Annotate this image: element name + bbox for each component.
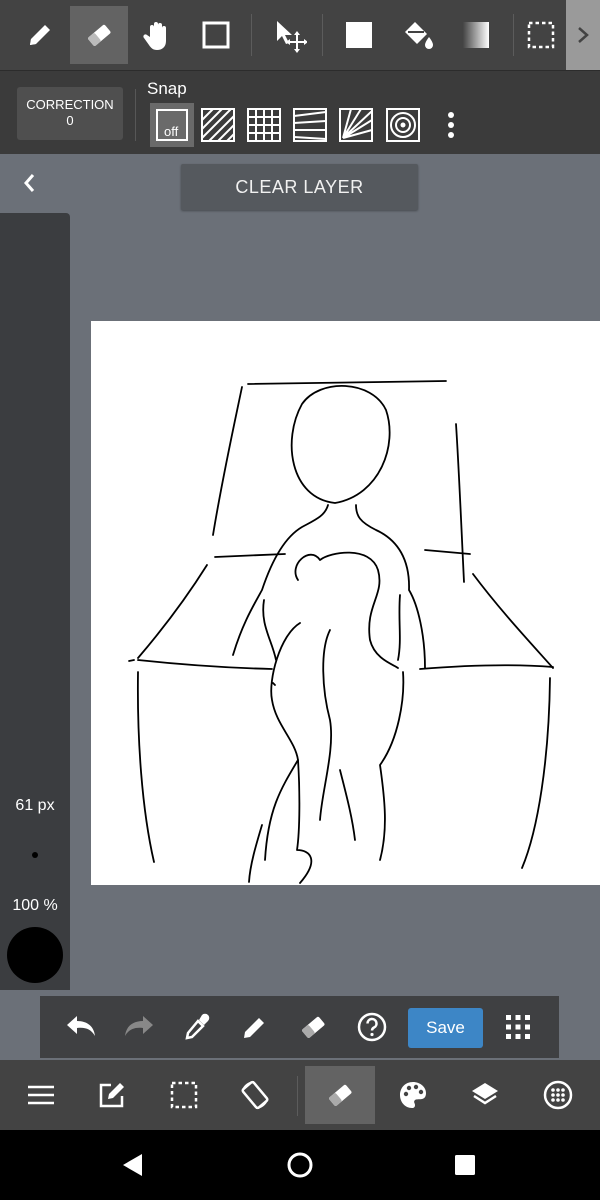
redo-button[interactable] (114, 1002, 164, 1052)
save-button[interactable]: Save (408, 1008, 483, 1048)
bucket-tool-button[interactable] (388, 6, 446, 64)
snap-concentric-button[interactable] (383, 105, 423, 145)
eraser-tool-button[interactable] (70, 6, 128, 64)
filled-square-icon (346, 22, 372, 48)
home-circle-icon (287, 1152, 313, 1178)
top-toolbar (0, 0, 600, 70)
snap-radial-button[interactable] (336, 105, 376, 145)
grid-icon (247, 108, 281, 142)
parallel-lines-icon (201, 108, 235, 142)
brush-side-panel[interactable]: 61 px 100 % (0, 213, 70, 990)
palette-icon (400, 1082, 426, 1108)
redo-icon (125, 1016, 153, 1036)
rotate-canvas-button[interactable] (220, 1066, 290, 1124)
snap-off-label: off (164, 124, 179, 139)
toolbar-divider (322, 14, 323, 56)
snap-off-button[interactable]: off (150, 103, 194, 147)
quick-eraser-button[interactable] (288, 1002, 338, 1052)
layers-button[interactable] (450, 1066, 520, 1124)
gradient-icon (463, 22, 489, 48)
pencil-icon (30, 25, 50, 45)
layers-icon (472, 1083, 498, 1105)
toolbar-scroll-right-button[interactable] (566, 0, 600, 70)
radial-lines-icon (339, 108, 373, 142)
nav-home-button[interactable] (277, 1142, 323, 1188)
snap-parallel-button[interactable] (198, 105, 238, 145)
chevron-right-icon (578, 27, 589, 43)
sketch-drawing (128, 380, 554, 884)
bottom-toolbar (0, 1060, 600, 1130)
eraser-icon (302, 1016, 325, 1038)
snap-off-icon: off (156, 109, 188, 141)
square-outline-icon (202, 21, 230, 49)
select-tool-button[interactable] (518, 6, 564, 64)
grid-menu-button[interactable] (493, 1002, 543, 1052)
quick-action-bar: Save (40, 996, 559, 1058)
system-nav-bar (0, 1130, 600, 1200)
menu-icon (28, 1085, 54, 1105)
snap-more-button[interactable] (431, 105, 471, 145)
snap-label: Snap (147, 79, 187, 98)
snap-perspective-button[interactable] (290, 105, 330, 145)
nav-recents-button[interactable] (442, 1142, 488, 1188)
move-tool-button[interactable] (260, 6, 318, 64)
fill-rect-tool-button[interactable] (330, 6, 388, 64)
edit-icon (99, 1083, 124, 1108)
correction-value: 0 (66, 113, 74, 128)
move-arrow-icon (277, 21, 307, 53)
quick-pen-button[interactable] (230, 1002, 280, 1052)
correction-button[interactable]: CORRECTION 0 (17, 87, 123, 140)
color-swatch[interactable] (7, 927, 63, 983)
tool-option-bar: CORRECTION 0 Snap off (0, 70, 600, 154)
material-icon (543, 1080, 573, 1110)
chevron-left-icon (24, 174, 35, 192)
pen-tool-button[interactable] (11, 6, 69, 64)
pen-icon (244, 1018, 264, 1038)
clear-layer-button[interactable]: CLEAR LAYER (181, 164, 418, 210)
concentric-circles-icon (386, 108, 420, 142)
undo-icon (67, 1016, 95, 1036)
collapse-panel-button[interactable] (14, 168, 44, 198)
option-divider (135, 89, 136, 141)
hand-icon (143, 22, 166, 50)
perspective-lines-icon (293, 108, 327, 142)
correction-label: CORRECTION (26, 97, 114, 112)
eraser-icon (329, 1084, 352, 1106)
paint-bucket-icon (405, 22, 433, 49)
back-triangle-icon (123, 1154, 142, 1176)
brush-size-preview (32, 852, 38, 858)
rotate-icon (241, 1080, 269, 1110)
drawing-canvas[interactable] (91, 321, 600, 885)
eraser-icon (88, 24, 111, 46)
edit-button[interactable] (77, 1066, 147, 1124)
dashed-square-icon (527, 21, 555, 49)
palette-button[interactable] (378, 1066, 448, 1124)
gradient-tool-button[interactable] (447, 6, 505, 64)
hand-tool-button[interactable] (129, 6, 187, 64)
eyedropper-icon (185, 1013, 210, 1040)
toolbar-divider (297, 1076, 298, 1116)
nav-back-button[interactable] (109, 1142, 155, 1188)
selection-button[interactable] (149, 1066, 219, 1124)
shape-tool-button[interactable] (187, 6, 245, 64)
menu-button[interactable] (6, 1066, 76, 1124)
selection-icon (170, 1081, 198, 1109)
toolbar-divider (513, 14, 514, 56)
current-tool-eraser-button[interactable] (305, 1066, 375, 1124)
help-icon (357, 1012, 387, 1042)
material-button[interactable] (523, 1066, 593, 1124)
help-button[interactable] (347, 1002, 397, 1052)
opacity-readout[interactable]: 100 % (0, 897, 70, 915)
brush-size-readout[interactable]: 61 px (0, 797, 70, 815)
dots-grid-icon (506, 1015, 530, 1039)
more-vertical-icon (448, 112, 454, 138)
undo-button[interactable] (56, 1002, 106, 1052)
toolbar-divider (251, 14, 252, 56)
recents-square-icon (455, 1155, 475, 1175)
eyedropper-button[interactable] (172, 1002, 222, 1052)
snap-grid-button[interactable] (244, 105, 284, 145)
